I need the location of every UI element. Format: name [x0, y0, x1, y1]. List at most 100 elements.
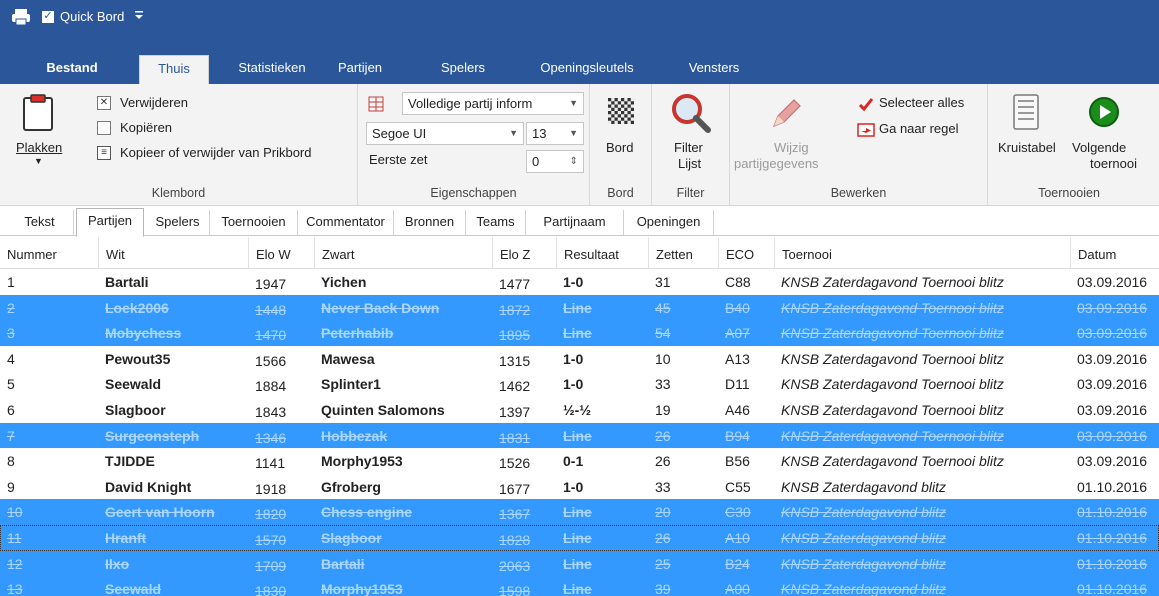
cell-datum: 01.10.2016: [1077, 555, 1148, 572]
font-size-select[interactable]: 13 ▼: [526, 122, 584, 145]
copy-delete-clipboard-button[interactable]: Kopieer of verwijder van Prikbord: [120, 145, 311, 160]
cell-elo-z: 1677: [499, 480, 531, 497]
table-row[interactable]: 8 TJIDDE 1141 Morphy1953 1526 0-1 26 B56 KNSB Za…: [0, 448, 1159, 474]
table-row[interactable]: 11 Hranft 1570 Slagboor 1828 Line 26 A10 KNSB Za…: [0, 525, 1159, 551]
data-tabs: Tekst Partijen Spelers Toernooien Commen…: [0, 208, 1159, 237]
table-row[interactable]: 3 Mobychess 1470 Peterhabib 1895 Line 54 A07 KNS…: [0, 320, 1159, 346]
select-all-icon: [858, 96, 874, 112]
table-row[interactable]: 5 Seewald 1884 Splinter1 1462 1-0 33 D11 KNSB Za…: [0, 371, 1159, 397]
cell-elo-w: 1830: [255, 583, 287, 596]
table-row[interactable]: 4 Pewout35 1566 Mawesa 1315 1-0 10 A13 KNSB Zate…: [0, 345, 1159, 372]
cell-resultaat: Line: [563, 427, 592, 444]
table-row[interactable]: 13 Seewald 1830 Morphy1953 1598 Line 39 A00 KNSB…: [0, 576, 1159, 596]
col-header-toernooi[interactable]: Toernooi: [774, 237, 1070, 269]
cell-toernooi: KNSB Zaterdagavond Toernooi blitz: [781, 376, 1004, 393]
paste-button[interactable]: Plakken ▼: [16, 94, 62, 178]
tab-teams[interactable]: Teams: [466, 210, 526, 236]
first-move-stepper[interactable]: 0 ⇕: [526, 150, 584, 173]
printer-icon[interactable]: [10, 8, 32, 26]
group-eigenschappen: Volledige partij inform ▼ Segoe UI ▼ 13 …: [358, 84, 590, 206]
tab-commentator[interactable]: Commentator: [298, 210, 394, 236]
group-klembord: Plakken ▼ ✕ Verwijderen Kopiëren ≡ Kopie…: [0, 84, 358, 206]
cell-elo-w: 1843: [255, 404, 287, 420]
cell-zwart: Mawesa: [321, 350, 375, 367]
next-label-1: Volgende: [1072, 140, 1127, 155]
board-button[interactable]: Bord: [598, 94, 644, 164]
next-tournament-button[interactable]: Volgende toernooi: [1068, 94, 1144, 178]
tab-partijen-data[interactable]: Partijen: [76, 208, 144, 237]
tab-spelers-data[interactable]: Spelers: [146, 210, 210, 236]
cell-zetten: 26: [655, 530, 671, 546]
table-row[interactable]: 10 Geert van Hoorn 1820 Chess engine 1367 Lin…: [0, 499, 1159, 525]
col-header-datum[interactable]: Datum: [1070, 237, 1159, 269]
crosstable-label: Kruistabel: [998, 140, 1056, 155]
select-all-button[interactable]: Selecteer alles: [879, 95, 964, 110]
tab-thuis[interactable]: Thuis: [139, 55, 209, 84]
cell-nummer: 3: [7, 325, 15, 342]
cell-elo-w: 1566: [255, 352, 287, 369]
cell-datum: 03.09.2016: [1077, 427, 1148, 444]
table-row[interactable]: 7 Surgeonsteph 1346 Hobbezak 1831 Line 26 B94 KN…: [0, 422, 1159, 449]
table-row[interactable]: 12 Ilxo 1709 Bartali 2063 Line 25 B24 KNSB Zater…: [0, 550, 1159, 577]
copy-button[interactable]: Kopiëren: [120, 120, 172, 135]
cell-datum: 01.10.2016: [1077, 530, 1148, 546]
first-move-value: 0: [532, 154, 540, 169]
go-to-line-button[interactable]: Ga naar regel: [879, 121, 959, 136]
tab-statistieken[interactable]: Statistieken: [222, 55, 322, 84]
tab-spelers[interactable]: Spelers: [428, 55, 498, 84]
col-header-resultaat[interactable]: Resultaat: [556, 237, 648, 269]
tab-openingsleutels[interactable]: Openingsleutels: [519, 55, 655, 84]
paste-dropdown-icon[interactable]: ▼: [34, 156, 43, 166]
spinner-icon[interactable]: ⇕: [570, 151, 578, 172]
cell-zwart: Morphy1953: [321, 453, 403, 470]
tab-partijnaam[interactable]: Partijnaam: [526, 210, 624, 236]
group-label-bewerken: Bewerken: [830, 186, 887, 200]
customize-toolbar-icon[interactable]: [134, 10, 144, 23]
table-row[interactable]: 2 Loek2006 1448 Never Back Down 1872 Line 45 B4…: [0, 294, 1159, 321]
cell-nummer: 2: [7, 299, 15, 316]
quick-board-checkbox[interactable]: ✓: [42, 10, 54, 23]
col-header-nummer[interactable]: Nummer: [0, 237, 98, 269]
ribbon: Plakken ▼ ✕ Verwijderen Kopiëren ≡ Kopie…: [0, 84, 1159, 206]
play-next-icon: [1089, 97, 1119, 127]
cell-datum: 03.09.2016: [1077, 325, 1148, 342]
delete-button[interactable]: Verwijderen: [120, 95, 188, 110]
cell-wit: Mobychess: [105, 325, 182, 342]
cell-nummer: 10: [7, 504, 23, 521]
cell-toernooi: KNSB Zaterdagavond Toernooi blitz: [781, 350, 1004, 367]
cell-eco: C88: [725, 274, 751, 290]
game-info-select[interactable]: Volledige partij inform ▼: [402, 92, 584, 115]
col-header-wit[interactable]: Wit: [98, 237, 248, 269]
table-row[interactable]: 1 Bartali 1947 Yichen 1477 1-0 31 C88 KNSB Zater…: [0, 269, 1159, 295]
col-header-elo-w[interactable]: Elo W: [248, 237, 314, 269]
crosstable-button[interactable]: Kruistabel: [994, 94, 1066, 178]
tab-tekst[interactable]: Tekst: [6, 210, 74, 236]
cell-elo-w: 1884: [255, 378, 287, 395]
cell-zetten: 45: [655, 299, 671, 316]
cell-zetten: 26: [655, 427, 671, 444]
go-to-line-icon: [857, 123, 875, 137]
edit-game-data-button[interactable]: Wijzig partijgegevens: [734, 94, 844, 178]
table-header: Nummer Wit Elo W Zwart Elo Z Resultaat Z…: [0, 237, 1159, 269]
col-header-zwart[interactable]: Zwart: [314, 237, 492, 269]
tab-bronnen[interactable]: Bronnen: [394, 210, 466, 236]
tab-openingen[interactable]: Openingen: [624, 210, 714, 236]
tab-vensters[interactable]: Vensters: [670, 55, 758, 84]
col-header-eco[interactable]: ECO: [718, 237, 774, 269]
cell-elo-w: 1570: [255, 532, 287, 548]
tab-partijen[interactable]: Partijen: [320, 55, 400, 84]
cell-datum: 03.09.2016: [1077, 274, 1148, 290]
cell-resultaat: Line: [563, 555, 592, 572]
cell-toernooi: KNSB Zaterdagavond Toernooi blitz: [781, 453, 1004, 470]
col-header-elo-z[interactable]: Elo Z: [492, 237, 556, 269]
filter-list-button[interactable]: Filter Lijst: [660, 90, 722, 178]
tab-bestand[interactable]: Bestand: [30, 55, 114, 84]
col-header-zetten[interactable]: Zetten: [648, 237, 718, 269]
table-row[interactable]: 6 Slagboor 1843 Quinten Salomons 1397 ½-½ 19 A4…: [0, 397, 1159, 423]
font-select[interactable]: Segoe UI ▼: [366, 122, 524, 145]
tab-toernooien[interactable]: Toernooien: [210, 210, 298, 236]
table-row[interactable]: 9 David Knight 1918 Gfroberg 1677 1-0 33 C55 KNS…: [0, 473, 1159, 500]
cell-toernooi: KNSB Zaterdagavond blitz: [781, 581, 946, 596]
cell-toernooi: KNSB Zaterdagavond Toernooi blitz: [781, 427, 1004, 444]
cell-nummer: 12: [7, 555, 23, 572]
